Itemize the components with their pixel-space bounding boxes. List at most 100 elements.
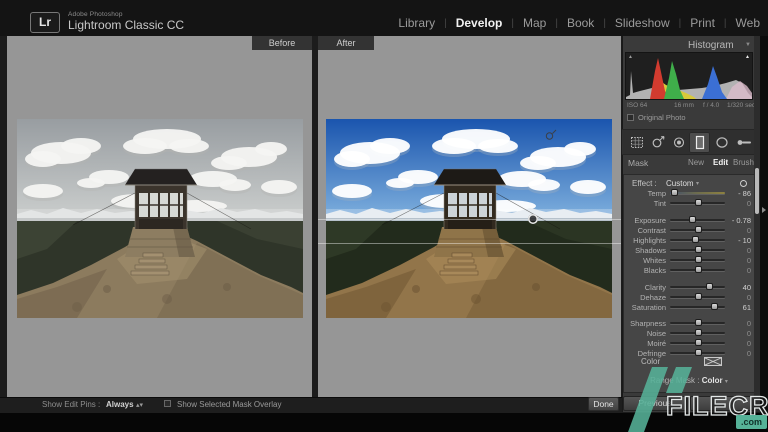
slider-value[interactable]: 40 [719, 283, 751, 292]
slider-value[interactable]: 61 [719, 303, 751, 312]
slider-thumb[interactable] [671, 189, 678, 196]
done-button[interactable]: Done [588, 397, 619, 411]
slider-thumb[interactable] [695, 319, 702, 326]
slider-thumb[interactable] [695, 246, 702, 253]
slider-thumb[interactable] [692, 236, 699, 243]
module-tab-slideshow[interactable]: Slideshow [615, 16, 670, 30]
slider-value[interactable]: 0 [719, 339, 751, 348]
slider-track[interactable] [670, 352, 725, 354]
slider-label: Shadows [624, 246, 666, 255]
slider-thumb[interactable] [695, 226, 702, 233]
scrollbar-thumb[interactable] [755, 168, 759, 214]
slider-thumb[interactable] [689, 216, 696, 223]
brand-line-1: Adobe Photoshop [68, 11, 123, 18]
panel-switch-icon[interactable] [740, 180, 747, 187]
show-edit-pins-dropdown[interactable]: Always [106, 400, 134, 409]
slider-value[interactable]: 0 [719, 256, 751, 265]
slider-value[interactable]: 0 [719, 246, 751, 255]
graduated-filter-guide-top[interactable] [318, 219, 621, 220]
graduated-filter-icon[interactable] [689, 132, 710, 153]
slider-thumb[interactable] [695, 256, 702, 263]
slider-thumb[interactable] [695, 349, 702, 356]
exif-stat: 1/320 sec [727, 102, 755, 109]
slider-value[interactable]: - 86 [719, 189, 751, 198]
slider-value[interactable]: 0 [719, 329, 751, 338]
slider-thumb[interactable] [695, 199, 702, 206]
slider-row-highlights: Highlights- 10 [624, 235, 754, 245]
slider-row-noise: Noise0 [624, 328, 754, 338]
slider-value[interactable]: 0 [719, 226, 751, 235]
original-photo-checkbox[interactable] [627, 114, 634, 121]
slider-track[interactable] [670, 286, 725, 288]
crop-overlay-icon[interactable] [626, 132, 647, 153]
slider-row-exposure: Exposure - 0.78 [624, 215, 754, 225]
lightroom-window: Lr Adobe Photoshop Lightroom Classic CC … [0, 0, 768, 432]
mask-option-new[interactable]: New [688, 158, 704, 167]
module-tab-book[interactable]: Book [567, 16, 594, 30]
slider-track[interactable] [670, 342, 725, 344]
spot-removal-icon[interactable] [647, 132, 668, 153]
highlight-clipping-icon[interactable]: ▲ [745, 55, 750, 60]
slider-track[interactable] [670, 219, 725, 221]
reset-button[interactable] [690, 396, 755, 411]
chevron-down-icon[interactable]: ▼ [745, 42, 751, 48]
slider-track[interactable] [670, 202, 725, 204]
slider-value[interactable]: 0 [719, 349, 751, 358]
brush-cursor-icon [545, 128, 557, 146]
slider-track[interactable] [670, 259, 725, 261]
slider-value[interactable]: 0 [719, 199, 751, 208]
module-tab-web[interactable]: Web [736, 16, 760, 30]
histogram-graph[interactable] [625, 52, 753, 100]
panel-collapse-arrow-icon[interactable] [762, 207, 766, 213]
slider-thumb[interactable] [695, 329, 702, 336]
slider-track[interactable] [670, 306, 725, 308]
slider-value[interactable]: 0 [719, 266, 751, 275]
graduated-filter-guide-bottom[interactable] [318, 243, 621, 244]
mask-option-edit[interactable]: Edit [713, 158, 728, 167]
slider-value[interactable]: - 0.78 [719, 216, 751, 225]
histogram-title[interactable]: Histogram [688, 40, 734, 51]
effect-preset-dropdown[interactable]: Custom [666, 179, 694, 188]
slider-track[interactable] [670, 269, 725, 271]
radial-filter-icon[interactable] [711, 132, 732, 153]
slider-track[interactable] [670, 296, 725, 298]
color-label: Color [641, 357, 660, 366]
mask-option-brush[interactable]: Brush [733, 158, 754, 167]
slider-label: Exposure [624, 216, 666, 225]
nav-separator: | [511, 18, 514, 29]
slider-thumb[interactable] [695, 339, 702, 346]
slider-track[interactable] [670, 229, 725, 231]
module-tab-map[interactable]: Map [523, 16, 546, 30]
shadow-clipping-icon[interactable]: ▲ [628, 55, 633, 60]
color-swatch[interactable] [704, 357, 722, 366]
slider-track[interactable] [670, 239, 725, 241]
exif-stat: f / 4.0 [703, 102, 719, 109]
stepper-icon[interactable]: ▴▾ [136, 401, 143, 409]
chevron-down-icon[interactable]: ▾ [696, 180, 699, 187]
red-eye-icon[interactable] [668, 132, 689, 153]
slider-thumb[interactable] [695, 266, 702, 273]
slider-track[interactable] [670, 332, 725, 334]
slider-track[interactable] [670, 192, 725, 194]
slider-track[interactable] [670, 249, 725, 251]
slider-value[interactable]: 0 [719, 319, 751, 328]
range-mask-value[interactable]: Color [702, 376, 723, 385]
module-tab-library[interactable]: Library [398, 16, 435, 30]
module-tab-develop[interactable]: Develop [456, 16, 503, 30]
range-mask-label: Range Mask : [650, 376, 699, 385]
range-mask-row[interactable]: Range Mask : Color ▾ [623, 376, 755, 385]
mask-overlay-label: Show Selected Mask Overlay [177, 400, 282, 409]
slider-value[interactable]: 0 [719, 293, 751, 302]
previous-button[interactable]: Previous [623, 396, 687, 411]
mask-overlay-checkbox[interactable] [164, 400, 171, 407]
module-tab-print[interactable]: Print [690, 16, 715, 30]
slider-thumb[interactable] [695, 293, 702, 300]
slider-thumb[interactable] [711, 303, 718, 310]
slider-label: Dehaze [624, 293, 666, 302]
adjustment-brush-icon[interactable] [732, 132, 753, 153]
slider-label: Sharpness [624, 319, 666, 328]
slider-track[interactable] [670, 322, 725, 324]
slider-thumb[interactable] [706, 283, 713, 290]
slider-value[interactable]: - 10 [719, 236, 751, 245]
edit-pin[interactable] [528, 214, 538, 224]
